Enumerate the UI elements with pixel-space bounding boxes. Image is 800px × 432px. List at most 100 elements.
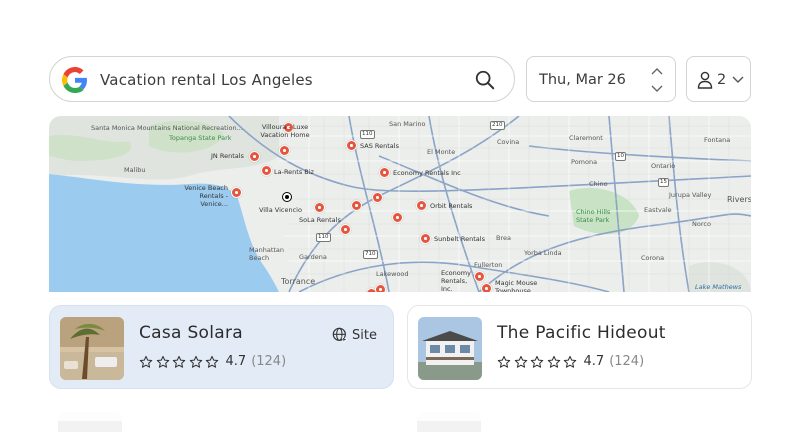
chevron-down-icon bbox=[732, 76, 744, 83]
star-outline-icon bbox=[530, 355, 544, 368]
star-outline-icon bbox=[205, 355, 219, 368]
map-label-fontana: Fontana bbox=[704, 136, 731, 144]
map-pin-label: Economy Rentals Inc bbox=[393, 169, 461, 177]
map-pin-rental[interactable] bbox=[375, 284, 386, 292]
map-pin-rental[interactable] bbox=[474, 271, 485, 282]
highway-shield: 210 bbox=[490, 121, 505, 130]
map-pin-label: La-Rents Biz bbox=[274, 168, 314, 176]
map-label-lakewood: Lakewood bbox=[376, 270, 409, 278]
map-pin-label: JN Rentals bbox=[211, 152, 244, 160]
listing-photo-image bbox=[60, 317, 124, 380]
map-label-torrance: Torrance bbox=[281, 277, 316, 286]
map-label-ontario: Ontario bbox=[651, 162, 676, 170]
map-label-san-marino: San Marino bbox=[389, 120, 426, 128]
map-label-jurupa-valley: Jurupa Valley bbox=[669, 191, 712, 199]
map-pin-rental[interactable] bbox=[372, 192, 383, 203]
listing-photo-image bbox=[418, 317, 482, 380]
map-pin-rental[interactable] bbox=[261, 165, 272, 176]
map-label-yorba-linda: Yorba Linda bbox=[524, 249, 562, 257]
map-pin-label: Venice Beach Rentals - Venice... bbox=[184, 184, 228, 208]
map-label-manhattan-beach: Manhattan Beach bbox=[249, 246, 285, 262]
listing-title[interactable]: Casa Solara bbox=[139, 323, 243, 343]
highway-shield: 110 bbox=[316, 233, 331, 242]
star-outline-icon bbox=[172, 355, 186, 368]
map-pin-rental[interactable] bbox=[279, 145, 290, 156]
site-link-label: Site bbox=[352, 327, 377, 343]
map-pin-label: Villoura - Luxe Vacation Home bbox=[260, 123, 310, 139]
search-bar[interactable]: Vacation rental Los Angeles bbox=[49, 56, 515, 102]
map-label-chino: Chino bbox=[589, 180, 608, 188]
listing-photo-partial bbox=[58, 412, 122, 432]
map-label-fullerton: Fullerton bbox=[474, 261, 503, 269]
date-picker[interactable]: Thu, Mar 26 bbox=[526, 56, 676, 102]
star-outline-icon bbox=[497, 355, 511, 368]
map-pin-label: Villa Vicencio bbox=[259, 206, 302, 214]
map-pin-rental[interactable] bbox=[314, 202, 325, 213]
map-label-gardena: Gardena bbox=[299, 253, 327, 261]
map-pin-label: Economy Rentals, Inc. bbox=[441, 269, 471, 292]
person-icon bbox=[697, 71, 713, 89]
listing-card[interactable]: The Pacific Hideout 4.7 (124) bbox=[407, 305, 752, 389]
map-pin-rental[interactable] bbox=[481, 283, 492, 292]
map-base bbox=[49, 116, 751, 292]
star-outline-icon bbox=[139, 355, 153, 368]
map-pin-rental[interactable] bbox=[249, 151, 260, 162]
guest-count: 2 bbox=[717, 72, 727, 88]
globe-icon bbox=[332, 327, 349, 343]
highway-shield: 110 bbox=[360, 130, 375, 139]
map-pin-label: Sunbelt Rentals bbox=[434, 235, 485, 243]
review-count: (124) bbox=[251, 354, 287, 369]
map-label-santa-monica-mountains: Santa Monica Mountains National Recreati… bbox=[91, 124, 243, 132]
map-marker-home[interactable] bbox=[282, 192, 292, 202]
magnifier-icon[interactable] bbox=[474, 69, 496, 91]
map-label-pomona: Pomona bbox=[571, 158, 598, 166]
star-outline-icon bbox=[156, 355, 169, 368]
star-outline-icon bbox=[514, 355, 527, 368]
map-pin-rental[interactable] bbox=[392, 212, 403, 223]
map-pin-rental[interactable] bbox=[231, 187, 242, 198]
map-label-covina: Covina bbox=[497, 138, 520, 146]
rating-value: 4.7 bbox=[225, 354, 247, 369]
up-down-chevron-icon[interactable] bbox=[649, 64, 665, 96]
search-input[interactable]: Vacation rental Los Angeles bbox=[100, 57, 313, 103]
map-label-el-monte: El Monte bbox=[427, 148, 456, 156]
map-pin-rental[interactable] bbox=[351, 200, 362, 211]
map-label-riverside: Riversi bbox=[727, 195, 751, 204]
google-g-icon bbox=[62, 67, 87, 93]
star-outline-icon bbox=[563, 355, 577, 368]
map-pin-rental[interactable] bbox=[416, 200, 427, 211]
map-label-claremont: Claremont bbox=[569, 134, 603, 142]
review-count: (124) bbox=[609, 354, 645, 369]
highway-shield: 10 bbox=[615, 152, 626, 161]
star-outline-icon bbox=[547, 355, 560, 368]
map-pin-label: SoLa Rentals bbox=[299, 216, 341, 224]
map-pin-rental[interactable] bbox=[379, 167, 390, 178]
map-label-corona: Corona bbox=[641, 254, 665, 262]
rating-stars: 4.7 (124) bbox=[139, 354, 286, 369]
listing-photo[interactable] bbox=[418, 317, 482, 380]
map-label-malibu: Malibu bbox=[124, 166, 146, 174]
map-pin-label: Magic Mouse Townhouse bbox=[495, 279, 538, 292]
rating-value: 4.7 bbox=[583, 354, 605, 369]
guests-selector[interactable]: 2 bbox=[686, 56, 751, 102]
map-label-chino-hills: Chino Hills State Park bbox=[576, 208, 611, 224]
map-label-topanga: Topanga State Park bbox=[169, 134, 232, 142]
map-pin-rental[interactable] bbox=[420, 233, 431, 244]
rating-stars: 4.7 (124) bbox=[497, 354, 644, 369]
map-label-eastvale: Eastvale bbox=[644, 206, 672, 214]
listing-card[interactable]: Casa Solara 4.7 (124) Site bbox=[49, 305, 394, 389]
listing-title[interactable]: The Pacific Hideout bbox=[497, 323, 666, 343]
date-value: Thu, Mar 26 bbox=[539, 72, 626, 88]
map-pin-rental[interactable] bbox=[340, 224, 351, 235]
map-label-lake-mathews: Lake Mathews bbox=[695, 283, 742, 291]
highway-shield: 15 bbox=[658, 178, 669, 187]
map-label-norco: Norco bbox=[692, 220, 711, 228]
highway-shield: 710 bbox=[363, 250, 378, 259]
map-pin-label: Orbit Rentals bbox=[430, 202, 473, 210]
listing-photo[interactable] bbox=[60, 317, 124, 380]
map-label-brea: Brea bbox=[496, 234, 511, 242]
map-pin-label: SAS Rentals bbox=[360, 142, 399, 150]
map-pin-rental[interactable] bbox=[346, 140, 357, 151]
site-link[interactable]: Site bbox=[332, 327, 377, 343]
map[interactable]: Santa Monica Mountains National Recreati… bbox=[49, 116, 751, 292]
